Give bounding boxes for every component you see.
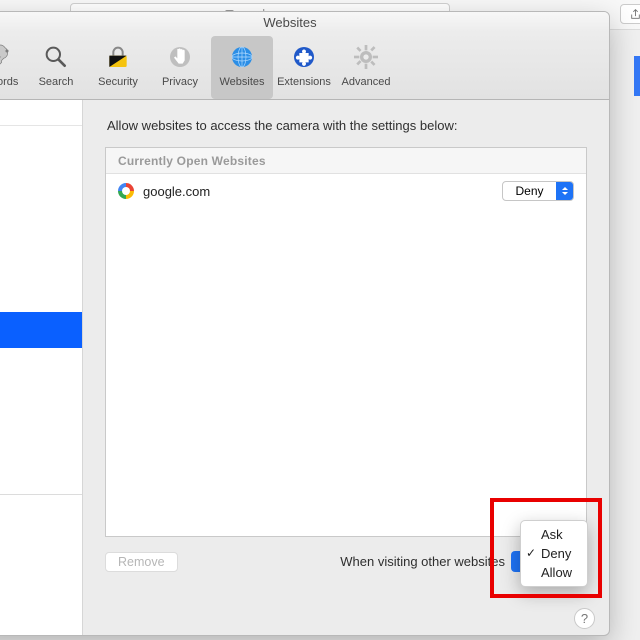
privacy-tab[interactable]: Privacy [149, 36, 211, 99]
sidebar-item[interactable]: s [0, 126, 82, 162]
globe-icon [211, 38, 273, 76]
preferences-toolbar: swords Search Security Privacy Websites [0, 32, 609, 100]
stepper-arrows-icon [556, 182, 573, 200]
list-header: Currently Open Websites [106, 148, 586, 174]
sidebar-item[interactable]: yer [0, 531, 82, 567]
security-tab[interactable]: Security [87, 36, 149, 99]
other-sites-label: When visiting other websites [340, 554, 511, 569]
share-button[interactable] [620, 4, 640, 24]
share-icon [629, 8, 640, 21]
lock-stripe-icon [87, 38, 149, 76]
hand-stop-icon [149, 38, 211, 76]
website-row[interactable]: google.com Deny [106, 174, 586, 208]
website-name: google.com [143, 184, 502, 199]
extensions-tab[interactable]: Extensions [273, 36, 335, 99]
annotation-highlight [490, 498, 602, 598]
advanced-tab[interactable]: Advanced [335, 36, 397, 99]
panel-description: Allow websites to access the camera with… [107, 118, 587, 133]
help-button[interactable]: ? [574, 608, 595, 629]
key-icon [0, 38, 25, 76]
permission-value: Deny [503, 182, 556, 200]
gear-icon [335, 38, 397, 76]
window-edge [634, 56, 640, 96]
search-tab[interactable]: Search [25, 36, 87, 99]
magnifier-icon [25, 38, 87, 76]
remove-button[interactable]: Remove [105, 552, 178, 572]
websites-list: Currently Open Websites google.com Deny [105, 147, 587, 537]
window-title: Websites [0, 12, 609, 32]
sidebar-item-selected[interactable] [0, 312, 82, 348]
google-icon [118, 183, 134, 199]
websites-tab[interactable]: Websites [211, 36, 273, 99]
sidebar-header [0, 100, 82, 126]
sidebar: s yer [0, 100, 83, 635]
puzzle-icon [273, 38, 335, 76]
passwords-tab[interactable]: swords [0, 36, 25, 99]
permission-select[interactable]: Deny [502, 181, 574, 201]
